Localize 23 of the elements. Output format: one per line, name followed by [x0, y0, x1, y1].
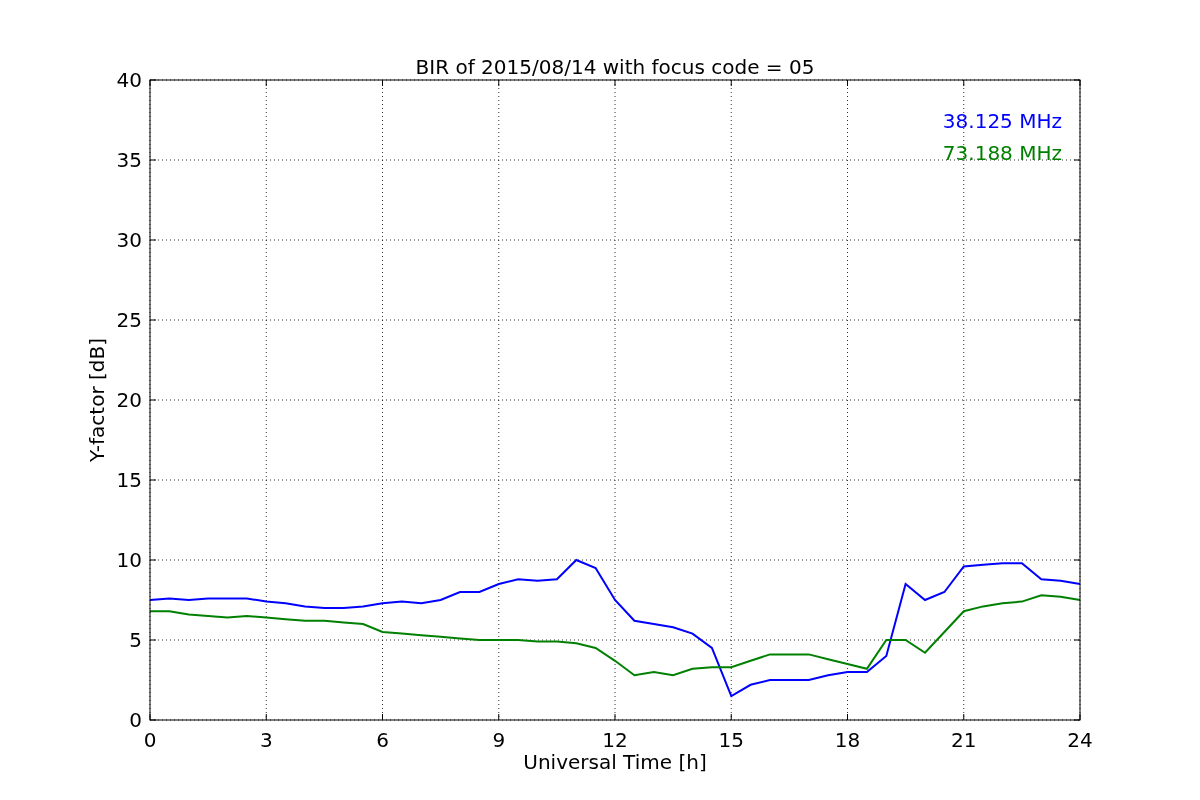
y-tick-label: 15 — [116, 468, 142, 492]
y-tick-label: 10 — [116, 548, 142, 572]
y-axis-label: Y-factor [dB] — [85, 338, 109, 462]
x-tick-label: 3 — [259, 728, 273, 752]
y-tick-label: 5 — [129, 628, 142, 652]
legend-label: 73.188 MHz — [942, 141, 1062, 165]
y-tick-label: 20 — [116, 388, 142, 412]
y-tick-label: 0 — [129, 708, 142, 732]
x-axis-label: Universal Time [h] — [523, 750, 707, 774]
y-tick-label: 40 — [116, 68, 142, 92]
x-tick-label: 24 — [1067, 728, 1093, 752]
x-tick-label: 9 — [492, 728, 506, 752]
y-tick-label: 25 — [116, 308, 142, 332]
x-tick-label: 21 — [951, 728, 977, 752]
x-tick-label: 0 — [143, 728, 157, 752]
chart-title: BIR of 2015/08/14 with focus code = 05 — [415, 55, 815, 79]
legend-label: 38.125 MHz — [942, 109, 1062, 133]
y-tick-label: 30 — [116, 228, 142, 252]
x-tick-label: 12 — [602, 728, 628, 752]
x-tick-label: 18 — [834, 728, 861, 752]
x-tick-label: 6 — [376, 728, 389, 752]
x-tick-label: 15 — [718, 728, 744, 752]
y-tick-label: 35 — [116, 148, 142, 172]
